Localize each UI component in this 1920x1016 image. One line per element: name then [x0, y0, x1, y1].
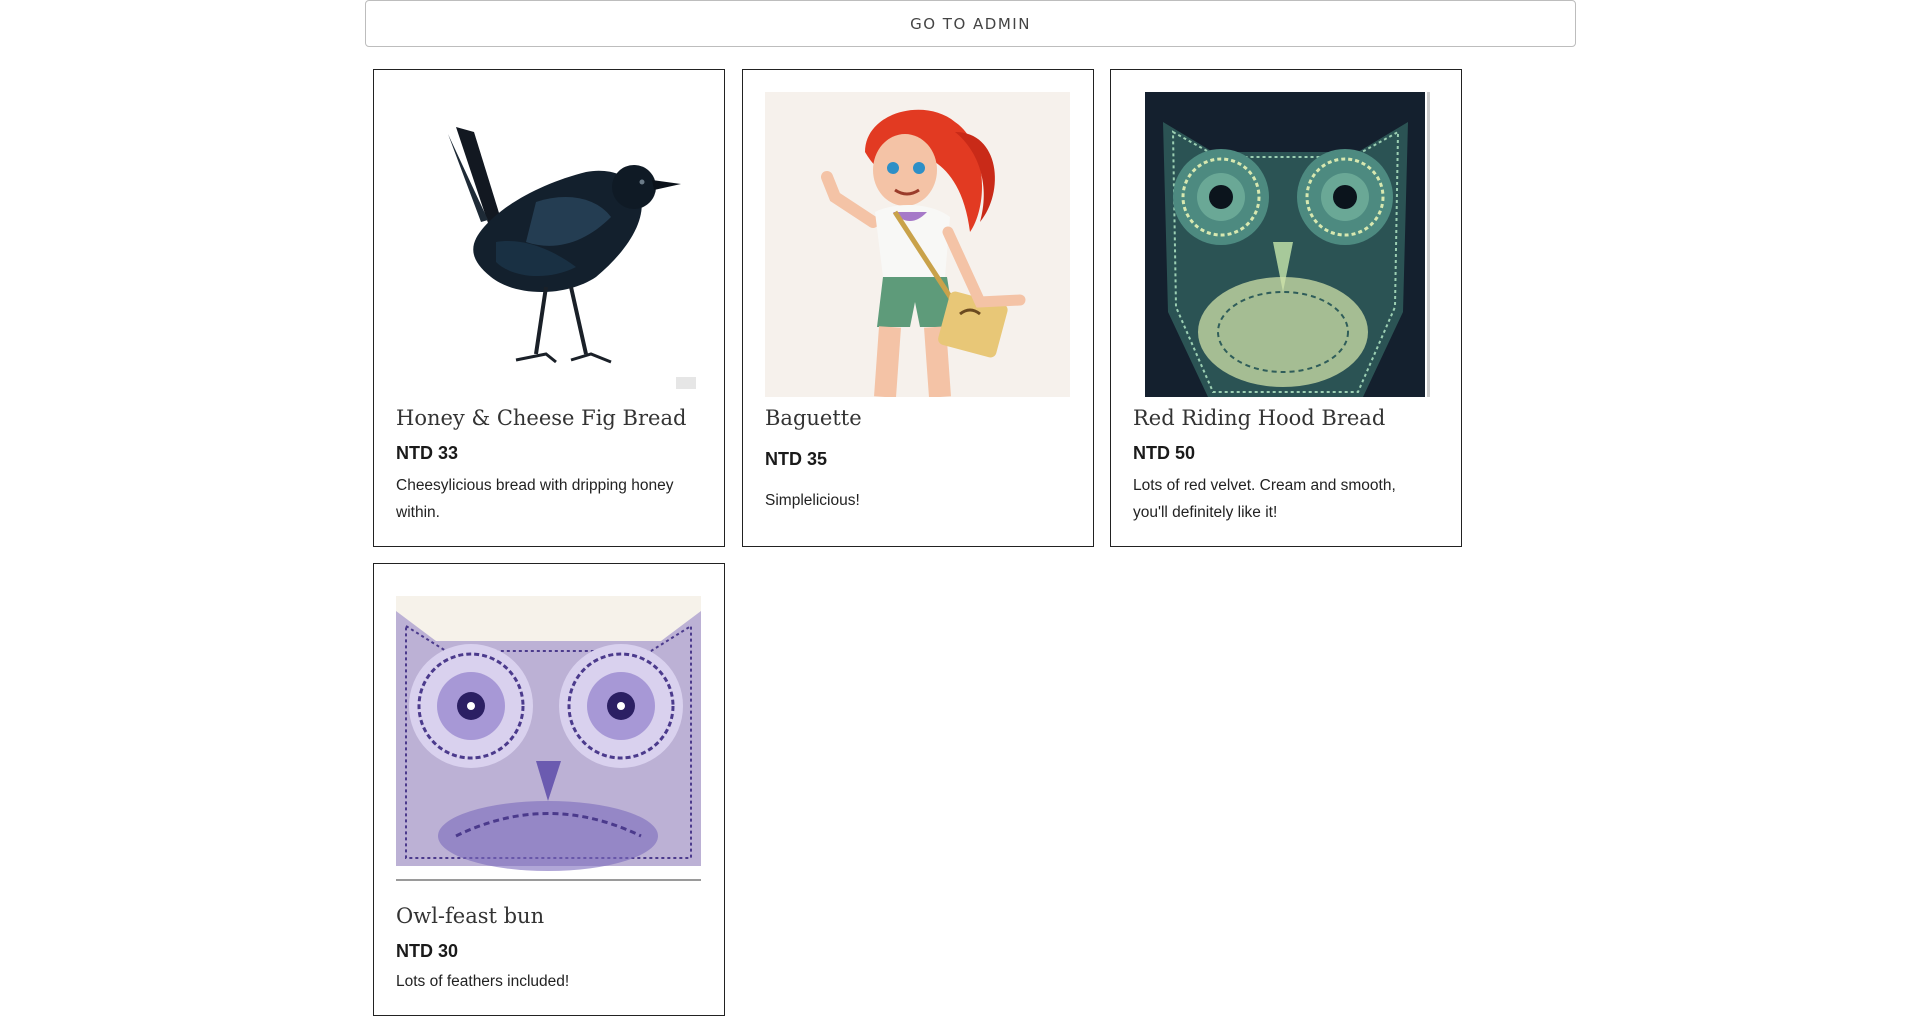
product-description: Lots of feathers included!	[396, 973, 570, 990]
product-title[interactable]: Baguette	[765, 406, 862, 430]
product-card: Red Riding Hood Bread NTD 50 Lots of red…	[1110, 69, 1462, 547]
product-card: Baguette NTD 35 Simplelicious!	[742, 69, 1094, 547]
product-price: NTD 33	[396, 443, 459, 463]
product-title[interactable]: Honey & Cheese Fig Bread	[396, 406, 686, 430]
product-card: Owl-feast bun NTD 30 Lots of feathers in…	[373, 563, 725, 1016]
product-price: NTD 50	[1133, 443, 1196, 463]
product-description: Simplelicious!	[765, 492, 860, 509]
product-title[interactable]: Red Riding Hood Bread	[1133, 406, 1385, 430]
product-image-blackbird	[396, 92, 701, 397]
product-title[interactable]: Owl-feast bun	[396, 904, 544, 928]
product-image-teal-owl	[1133, 92, 1438, 397]
product-price: NTD 35	[765, 449, 828, 469]
product-card: Honey & Cheese Fig Bread NTD 33 Cheesyli…	[373, 69, 725, 547]
product-description: Cheesylicious bread with dripping honey …	[396, 477, 674, 521]
product-price: NTD 30	[396, 941, 459, 961]
product-description: Lots of red velvet. Cream and smooth, yo…	[1133, 477, 1396, 521]
go-to-admin-button[interactable]: GO TO ADMIN	[365, 0, 1576, 47]
product-image-girl	[765, 92, 1070, 397]
product-image-purple-owl	[396, 586, 701, 891]
